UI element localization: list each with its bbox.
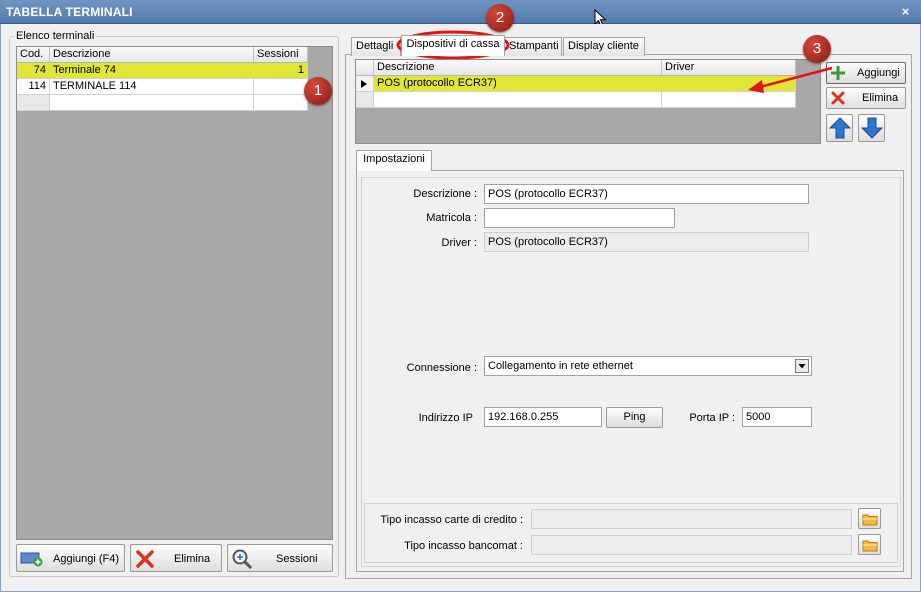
cell-descrizione: TERMINALE 114 — [50, 79, 254, 95]
move-down-button[interactable] — [858, 114, 885, 142]
cell-sessioni: 1 — [254, 63, 308, 79]
terminal-list-legend: Elenco terminali — [16, 30, 95, 42]
col-header-sessioni[interactable]: Sessioni — [254, 47, 308, 63]
matricola-field[interactable] — [484, 208, 675, 228]
delete-x-icon — [136, 550, 154, 568]
tab-impostazioni[interactable]: Impostazioni — [356, 150, 432, 171]
driver-label: Driver : — [441, 237, 477, 249]
connessione-select[interactable]: Collegamento in rete ethernet — [484, 356, 812, 376]
col-header-descrizione[interactable]: Descrizione — [374, 60, 662, 76]
delete-terminal-label: Elimina — [174, 553, 211, 565]
sessions-label: Sessioni — [276, 553, 318, 565]
cell-descrizione — [374, 92, 662, 108]
cell-cod: 74 — [17, 63, 50, 79]
dropdown-arrow-icon[interactable] — [795, 359, 809, 373]
ip-label: Indirizzo IP — [418, 412, 473, 424]
terminal-grid[interactable] — [16, 46, 333, 540]
add-terminal-icon — [20, 552, 43, 567]
bancomat-browse-button[interactable] — [858, 534, 881, 555]
porta-field[interactable]: 5000 — [742, 407, 812, 427]
bancomat-field — [531, 535, 852, 555]
ip-field[interactable]: 192.168.0.255 — [484, 407, 602, 427]
move-up-button[interactable] — [826, 114, 853, 142]
sessions-button[interactable]: Sessioni — [227, 544, 333, 572]
add-terminal-label: Aggiungi (F4) — [53, 553, 120, 565]
cell-descrizione: POS (protocollo ECR37) — [374, 76, 662, 92]
col-header-descrizione[interactable]: Descrizione — [50, 47, 254, 63]
annotation-badge-1: 1 — [304, 77, 332, 105]
row-indicator — [356, 92, 374, 108]
annotation-badge-3: 3 — [803, 35, 831, 63]
magnifier-icon — [232, 549, 253, 570]
bancomat-label: Tipo incasso bancomat : — [404, 540, 523, 552]
annotation-arrow — [748, 66, 833, 93]
cell-sessioni — [254, 95, 308, 111]
connessione-label: Connessione : — [406, 362, 477, 374]
row-pointer-icon — [361, 80, 367, 88]
row-indicator — [356, 76, 374, 92]
cell-cod — [17, 95, 50, 111]
annotation-badge-2: 2 — [486, 4, 514, 32]
devices-indicator-header — [356, 60, 374, 76]
delete-device-label: Elimina — [862, 92, 899, 104]
col-header-cod[interactable]: Cod. — [17, 47, 50, 63]
carte-label: Tipo incasso carte di credito : — [380, 514, 523, 526]
add-device-label: Aggiungi — [857, 67, 900, 79]
tab-stampanti[interactable]: Stampanti — [504, 37, 562, 56]
move-up-icon — [829, 117, 851, 139]
tab-display-cliente[interactable]: Display cliente — [563, 37, 645, 56]
porta-label: Porta IP : — [689, 412, 735, 424]
driver-field: POS (protocollo ECR37) — [484, 232, 809, 252]
move-down-icon — [861, 117, 883, 139]
cell-descrizione — [50, 95, 254, 111]
descrizione-label: Descrizione : — [413, 188, 477, 200]
title-bar — [0, 0, 921, 24]
descrizione-field[interactable]: POS (protocollo ECR37) — [484, 184, 809, 204]
cell-sessioni — [254, 79, 308, 95]
folder-icon — [862, 540, 878, 552]
connessione-value: Collegamento in rete ethernet — [488, 360, 633, 372]
tab-dispositivi-di-cassa[interactable]: Dispositivi di cassa — [401, 35, 505, 56]
carte-field — [531, 509, 852, 529]
cell-cod: 114 — [17, 79, 50, 95]
carte-browse-button[interactable] — [858, 508, 881, 529]
window-title: TABELLA TERMINALI — [6, 5, 133, 19]
matricola-label: Matricola : — [426, 212, 477, 224]
folder-icon — [862, 514, 878, 526]
close-button[interactable]: × — [896, 3, 915, 20]
ping-button[interactable]: Ping — [606, 407, 663, 428]
delete-terminal-button[interactable]: Elimina — [130, 544, 222, 572]
cell-descrizione: Terminale 74 — [50, 63, 254, 79]
add-terminal-button[interactable]: Aggiungi (F4) — [16, 544, 125, 572]
